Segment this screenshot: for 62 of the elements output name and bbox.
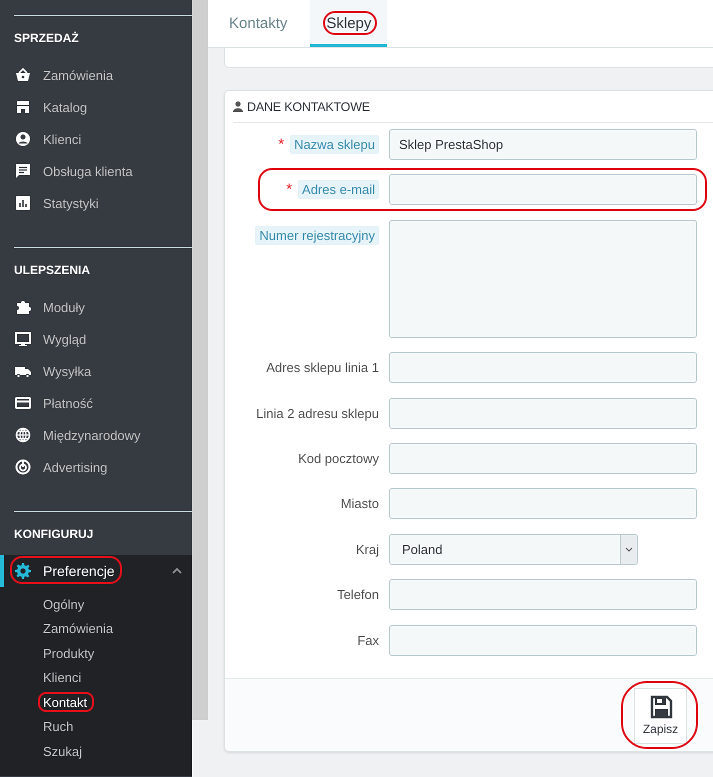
submenu-item[interactable]: Kontakt bbox=[43, 694, 88, 710]
section-title: KONFIGURUJ bbox=[13, 526, 94, 542]
country-dropdown[interactable]: Poland bbox=[389, 534, 638, 565]
user-icon bbox=[233, 101, 243, 112]
menu-item[interactable]: Statystyki bbox=[0, 187, 192, 219]
field-label: Telefon bbox=[337, 587, 379, 602]
menu-item[interactable]: Międzynarodowy bbox=[0, 419, 192, 451]
chart-icon bbox=[15, 195, 31, 211]
field-label: Linia 2 adresu sklepu bbox=[256, 406, 379, 421]
input-field[interactable]: Sklep PrestaShop bbox=[389, 129, 697, 160]
menu-item[interactable]: Wygląd bbox=[0, 323, 192, 355]
submenu-item[interactable]: Szukaj bbox=[43, 744, 82, 759]
person-icon bbox=[15, 131, 31, 147]
field-label: Adres sklepu linia 1 bbox=[266, 360, 379, 376]
menu-item[interactable]: Płatność bbox=[0, 387, 192, 419]
store-icon bbox=[15, 99, 31, 115]
required-mark: * bbox=[286, 181, 292, 198]
field-label: Kraj bbox=[356, 542, 379, 557]
section-title: SPRZEDAŻ bbox=[13, 30, 80, 46]
globe-icon bbox=[15, 427, 31, 443]
field-label: Nazwa sklepu bbox=[290, 135, 379, 154]
field-label: Adres e-mail bbox=[298, 180, 379, 200]
menu-item[interactable]: Moduły bbox=[0, 291, 192, 323]
input-field[interactable] bbox=[389, 174, 697, 206]
field-label: Fax bbox=[357, 632, 379, 648]
submenu-item[interactable]: Zamówienia bbox=[43, 621, 114, 636]
required-mark: * bbox=[278, 136, 284, 153]
panel-title: DANE KONTAKTOWE bbox=[247, 100, 370, 114]
section-title: ULEPSZENIA bbox=[13, 262, 92, 278]
card-icon bbox=[15, 395, 31, 411]
submenu-item[interactable]: Ruch bbox=[43, 719, 74, 734]
scrollbar[interactable] bbox=[192, 0, 208, 720]
chevron-down-icon bbox=[625, 546, 633, 552]
gear-icon bbox=[15, 563, 31, 579]
input-field[interactable] bbox=[389, 579, 697, 610]
field-label: Kod pocztowy bbox=[298, 450, 379, 466]
menu-item[interactable]: Zamówienia bbox=[0, 59, 192, 91]
field-label: Numer rejestracyjny bbox=[255, 226, 379, 245]
monitor-icon bbox=[15, 331, 31, 347]
basket-icon bbox=[15, 67, 31, 83]
input-field[interactable] bbox=[389, 624, 697, 656]
menu-item[interactable]: Wysyłka bbox=[0, 355, 192, 387]
input-field[interactable] bbox=[389, 352, 697, 384]
field-label: Miasto bbox=[340, 496, 379, 512]
input-field[interactable] bbox=[389, 488, 697, 520]
menu-item[interactable]: Advertising bbox=[0, 451, 192, 483]
input-field[interactable] bbox=[389, 442, 697, 474]
menu-item[interactable]: Katalog bbox=[0, 91, 192, 123]
target-icon bbox=[15, 459, 31, 475]
tab[interactable]: Sklepy bbox=[310, 0, 388, 47]
menu-item[interactable]: Klienci bbox=[0, 123, 192, 155]
submenu-item[interactable]: Klienci bbox=[43, 670, 82, 686]
chevron-up-icon[interactable] bbox=[172, 567, 182, 574]
text-area[interactable] bbox=[389, 220, 697, 338]
input-field[interactable] bbox=[389, 398, 697, 429]
tab[interactable]: Kontakty bbox=[213, 0, 304, 47]
submenu-item[interactable]: Ogólny bbox=[43, 596, 84, 612]
chat-icon bbox=[15, 163, 31, 179]
puzzle-icon bbox=[15, 299, 31, 315]
save-button[interactable]: Zapisz bbox=[634, 688, 687, 744]
submenu-item[interactable]: Produkty bbox=[43, 646, 94, 661]
menu-item[interactable]: Obsługa klienta bbox=[0, 155, 192, 187]
